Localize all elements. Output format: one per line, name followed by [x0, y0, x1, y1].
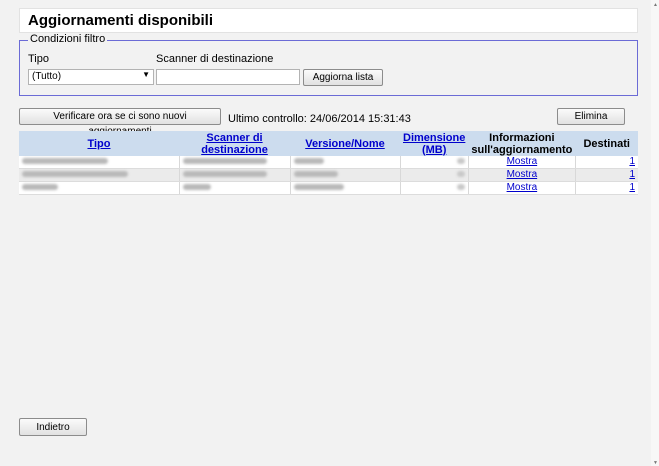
type-label: Tipo [28, 53, 49, 65]
page-panel: Aggiornamenti disponibili Condizioni fil… [0, 0, 651, 466]
show-info-link[interactable]: Mostra [507, 156, 538, 167]
cell-info: Mostra [467, 168, 576, 182]
sort-size-link[interactable]: Dimensione (MB) [403, 132, 465, 156]
column-header-type[interactable]: Tipo [19, 131, 179, 156]
cell-info: Mostra [467, 156, 576, 169]
redacted-text [293, 158, 324, 165]
column-header-size[interactable]: Dimensione (MB) [400, 131, 469, 156]
chevron-down-icon: ▼ [142, 70, 150, 79]
scanner-input[interactable] [156, 69, 300, 85]
redacted-text [182, 184, 211, 191]
cell-type [19, 168, 179, 182]
info-header-line1: Informazioni [489, 131, 555, 144]
column-header-targets: Destinati [575, 131, 638, 156]
size-header-line2: (MB) [421, 143, 447, 156]
cell-version [289, 156, 400, 169]
table-row: Mostra 1 [19, 168, 638, 182]
cell-targets: 1 [574, 181, 638, 195]
sort-version-link[interactable]: Versione/Nome [305, 138, 384, 150]
redacted-text [22, 184, 58, 191]
cell-targets: 1 [574, 168, 638, 182]
show-info-link[interactable]: Mostra [507, 182, 538, 193]
redacted-text [293, 184, 344, 191]
scanner-header-line1: Scanner di [206, 131, 263, 144]
cell-version [289, 181, 400, 195]
column-header-version[interactable]: Versione/Nome [290, 131, 400, 156]
updates-table: Tipo Scanner di destinazione Versione/Nom… [19, 131, 638, 195]
info-header-line2: sull'aggiornamento [471, 143, 573, 156]
cell-version [289, 168, 400, 182]
title-bar: Aggiornamenti disponibili [19, 8, 638, 33]
targets-link[interactable]: 1 [629, 156, 635, 167]
cell-size [399, 156, 469, 169]
targets-link[interactable]: 1 [629, 169, 635, 180]
column-header-info: Informazioni sull'aggiornamento [468, 131, 576, 156]
cell-targets: 1 [574, 156, 638, 169]
type-select-value: (Tutto) [32, 71, 62, 82]
size-header-line1: Dimensione [403, 131, 466, 144]
sort-scanner-link[interactable]: Scanner di destinazione [201, 132, 268, 156]
type-select[interactable]: (Tutto) ▼ [28, 69, 154, 85]
refresh-list-button[interactable]: Aggiorna lista [303, 69, 383, 86]
cell-scanner [178, 181, 290, 195]
cell-scanner [178, 156, 290, 169]
cell-type [19, 181, 179, 195]
redacted-text [22, 171, 128, 178]
table-row: Mostra 1 [19, 156, 638, 169]
redacted-text [182, 171, 267, 178]
page-title: Aggiornamenti disponibili [28, 12, 213, 29]
scroll-down-icon[interactable]: ▼ [653, 460, 658, 466]
cell-size [399, 168, 469, 182]
redacted-text [293, 171, 338, 178]
redacted-text [456, 158, 465, 165]
column-header-scanner[interactable]: Scanner di destinazione [179, 131, 290, 156]
scanner-header-line2: destinazione [201, 143, 268, 156]
cell-type [19, 156, 179, 169]
redacted-text [456, 171, 465, 178]
table-row: Mostra 1 [19, 181, 638, 195]
back-button[interactable]: Indietro [19, 418, 87, 436]
show-info-link[interactable]: Mostra [507, 169, 538, 180]
table-header-row: Tipo Scanner di destinazione Versione/Nom… [19, 131, 638, 156]
vertical-scrollbar[interactable]: ▲ ▼ [651, 0, 659, 466]
targets-link[interactable]: 1 [629, 182, 635, 193]
redacted-text [22, 158, 108, 165]
last-check-text: Ultimo controllo: 24/06/2014 15:31:43 [228, 113, 411, 125]
check-updates-button[interactable]: Verificare ora se ci sono nuovi aggiorna… [19, 108, 221, 137]
scroll-up-icon[interactable]: ▲ [653, 2, 658, 8]
redacted-text [182, 158, 267, 165]
filter-legend: Condizioni filtro [28, 33, 108, 45]
redacted-text [456, 184, 465, 191]
filter-group: Condizioni filtro Tipo Scanner di destin… [19, 33, 638, 96]
scanner-label: Scanner di destinazione [156, 53, 274, 65]
delete-button[interactable]: Elimina [557, 108, 625, 125]
cell-info: Mostra [467, 181, 576, 195]
sort-type-link[interactable]: Tipo [87, 138, 110, 150]
cell-size [399, 181, 469, 195]
cell-scanner [178, 168, 290, 182]
